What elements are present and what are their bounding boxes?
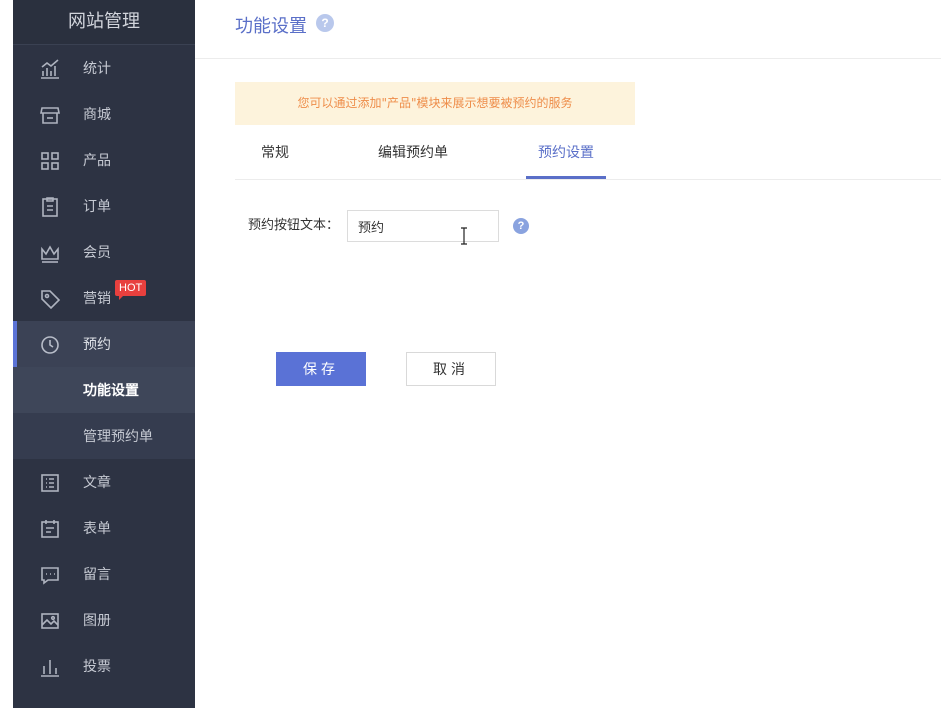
order-icon — [39, 196, 61, 218]
gallery-icon — [39, 610, 61, 632]
vote-icon — [39, 656, 61, 678]
save-button[interactable]: 保存 — [276, 352, 366, 386]
page-header: 功能设置 ? — [195, 0, 941, 59]
help-icon[interactable]: ? — [513, 218, 529, 234]
article-icon — [39, 472, 61, 494]
text-cursor-icon — [459, 227, 469, 245]
sidebar-item-label: 营销 — [83, 291, 111, 307]
cancel-button[interactable]: 取消 — [406, 352, 496, 386]
sidebar-item-product[interactable]: 产品 — [13, 137, 195, 183]
sidebar-item-order[interactable]: 订单 — [13, 183, 195, 229]
main-content: 功能设置 ? 您可以通过添加"产品"模块来展示想要被预约的服务 常规 编辑预约单… — [195, 0, 941, 708]
stats-icon — [39, 58, 61, 80]
tab-bar: 常规 编辑预约单 预约设置 — [235, 130, 941, 180]
sidebar-title: 网站管理 — [13, 0, 195, 45]
tab-general[interactable]: 常规 — [235, 130, 315, 179]
sidebar-item-form[interactable]: 表单 — [13, 505, 195, 551]
crown-icon — [39, 242, 61, 264]
booking-button-text-label: 预约按钮文本： — [248, 218, 340, 233]
sidebar-item-label: 商城 — [83, 107, 111, 123]
sidebar-item-gallery[interactable]: 图册 — [13, 597, 195, 643]
sidebar-item-shop[interactable]: 商城 — [13, 91, 195, 137]
left-margin — [0, 0, 13, 708]
sidebar-subitem-function-settings[interactable]: 功能设置 — [13, 367, 195, 413]
message-icon — [39, 564, 61, 586]
hot-badge: HOT — [115, 280, 147, 300]
notice-banner: 您可以通过添加"产品"模块来展示想要被预约的服务 — [235, 82, 635, 125]
tab-edit-booking-form[interactable]: 编辑预约单 — [363, 130, 463, 179]
sidebar-item-label: 订单 — [83, 199, 111, 215]
sidebar-item-label: 文章 — [83, 475, 111, 491]
sidebar-item-label: 产品 — [83, 153, 111, 169]
sidebar-item-message[interactable]: 留言 — [13, 551, 195, 597]
sidebar-item-member[interactable]: 会员 — [13, 229, 195, 275]
sidebar-item-label: 预约 — [83, 337, 111, 353]
help-icon[interactable]: ? — [316, 14, 334, 32]
form-icon — [39, 518, 61, 540]
sidebar-item-label: 表单 — [83, 521, 111, 537]
sidebar: 网站管理 统计 商城 产品 订单 会员 营销 HOT 预约 功能设置 管理预约单… — [13, 0, 195, 708]
sidebar-item-label: 统计 — [83, 61, 111, 77]
tag-icon — [39, 288, 61, 310]
sidebar-item-booking[interactable]: 预约 — [13, 321, 195, 367]
clock-icon — [39, 334, 61, 356]
booking-button-text-input[interactable] — [347, 210, 499, 242]
product-icon — [39, 150, 61, 172]
sidebar-item-vote[interactable]: 投票 — [13, 643, 195, 689]
sidebar-nav: 统计 商城 产品 订单 会员 营销 HOT 预约 功能设置 管理预约单 文章 表… — [13, 45, 195, 689]
sidebar-item-marketing[interactable]: 营销 HOT — [13, 275, 195, 321]
sidebar-item-label: 图册 — [83, 613, 111, 629]
tab-booking-settings[interactable]: 预约设置 — [526, 130, 606, 179]
sidebar-item-stats[interactable]: 统计 — [13, 45, 195, 91]
shop-icon — [39, 104, 61, 126]
sidebar-item-label: 留言 — [83, 567, 111, 583]
sidebar-subitem-manage-bookings[interactable]: 管理预约单 — [13, 413, 195, 459]
sidebar-item-article[interactable]: 文章 — [13, 459, 195, 505]
sidebar-item-label: 会员 — [83, 245, 111, 261]
sidebar-item-label: 投票 — [83, 659, 111, 675]
page-title: 功能设置 — [235, 16, 307, 37]
